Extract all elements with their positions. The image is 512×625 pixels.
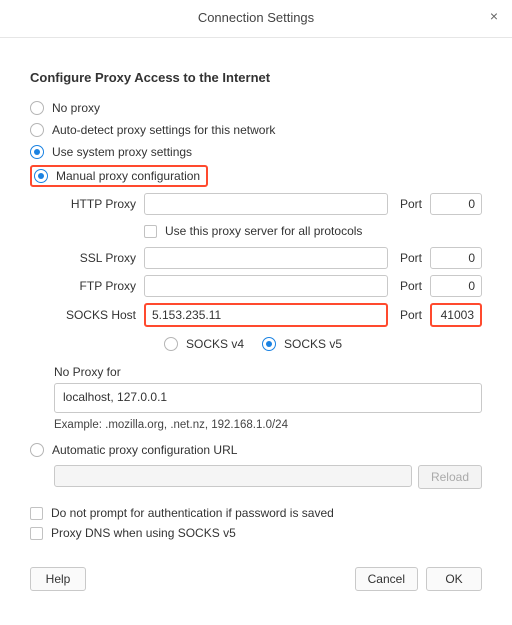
radio-icon bbox=[30, 145, 44, 159]
radio-icon bbox=[34, 169, 48, 183]
port-label: Port bbox=[394, 251, 424, 265]
close-icon[interactable]: × bbox=[490, 8, 498, 24]
socks-v4-label: SOCKS v4 bbox=[186, 337, 244, 351]
no-proxy-for-label: No Proxy for bbox=[54, 365, 482, 379]
use-for-all-label: Use this proxy server for all protocols bbox=[165, 224, 362, 238]
help-button[interactable]: Help bbox=[30, 567, 86, 591]
section-heading: Configure Proxy Access to the Internet bbox=[30, 70, 482, 85]
ok-button[interactable]: OK bbox=[426, 567, 482, 591]
option-system-proxy[interactable]: Use system proxy settings bbox=[30, 141, 482, 163]
ssl-proxy-input[interactable] bbox=[144, 247, 388, 269]
http-port-input[interactable] bbox=[430, 193, 482, 215]
socks-v5-option[interactable]: SOCKS v5 bbox=[262, 333, 342, 355]
no-prompt-label: Do not prompt for authentication if pass… bbox=[51, 506, 334, 520]
radio-icon bbox=[262, 337, 276, 351]
use-for-all-checkbox[interactable] bbox=[144, 225, 157, 238]
auto-config-url-input[interactable] bbox=[54, 465, 412, 487]
option-auto-config-url[interactable]: Automatic proxy configuration URL bbox=[30, 439, 482, 461]
no-proxy-for-input[interactable]: localhost, 127.0.0.1 bbox=[54, 383, 482, 413]
radio-icon bbox=[164, 337, 178, 351]
no-prompt-checkbox bbox=[30, 507, 43, 520]
socks-host-label: SOCKS Host bbox=[54, 308, 138, 322]
ftp-proxy-label: FTP Proxy bbox=[54, 279, 138, 293]
option-label: Use system proxy settings bbox=[52, 145, 192, 159]
radio-icon bbox=[30, 123, 44, 137]
socks-v5-label: SOCKS v5 bbox=[284, 337, 342, 351]
ftp-proxy-input[interactable] bbox=[144, 275, 388, 297]
ssl-proxy-label: SSL Proxy bbox=[54, 251, 138, 265]
port-label: Port bbox=[394, 197, 424, 211]
dialog-titlebar: Connection Settings × bbox=[0, 0, 512, 38]
radio-icon bbox=[30, 101, 44, 115]
proxy-dns-checkbox bbox=[30, 527, 43, 540]
proxy-dns-row[interactable]: Proxy DNS when using SOCKS v5 bbox=[30, 523, 482, 543]
port-label: Port bbox=[394, 308, 424, 322]
socks-port-input[interactable] bbox=[430, 303, 482, 327]
cancel-button[interactable]: Cancel bbox=[355, 567, 418, 591]
ssl-port-input[interactable] bbox=[430, 247, 482, 269]
port-label: Port bbox=[394, 279, 424, 293]
option-no-proxy[interactable]: No proxy bbox=[30, 97, 482, 119]
option-label: Auto-detect proxy settings for this netw… bbox=[52, 123, 275, 137]
option-manual-proxy[interactable]: Manual proxy configuration bbox=[30, 165, 208, 187]
no-proxy-example: Example: .mozilla.org, .net.nz, 192.168.… bbox=[54, 419, 482, 431]
radio-icon bbox=[30, 443, 44, 457]
socks-host-input[interactable] bbox=[144, 303, 388, 327]
ftp-port-input[interactable] bbox=[430, 275, 482, 297]
option-label: Automatic proxy configuration URL bbox=[52, 443, 237, 457]
http-proxy-label: HTTP Proxy bbox=[54, 197, 138, 211]
option-label: No proxy bbox=[52, 101, 100, 115]
dialog-title: Connection Settings bbox=[198, 10, 314, 25]
proxy-dns-label: Proxy DNS when using SOCKS v5 bbox=[51, 526, 236, 540]
option-auto-detect[interactable]: Auto-detect proxy settings for this netw… bbox=[30, 119, 482, 141]
reload-button[interactable]: Reload bbox=[418, 465, 482, 489]
socks-v4-option[interactable]: SOCKS v4 bbox=[164, 333, 244, 355]
no-prompt-row[interactable]: Do not prompt for authentication if pass… bbox=[30, 503, 482, 523]
option-label: Manual proxy configuration bbox=[56, 169, 200, 183]
http-proxy-input[interactable] bbox=[144, 193, 388, 215]
